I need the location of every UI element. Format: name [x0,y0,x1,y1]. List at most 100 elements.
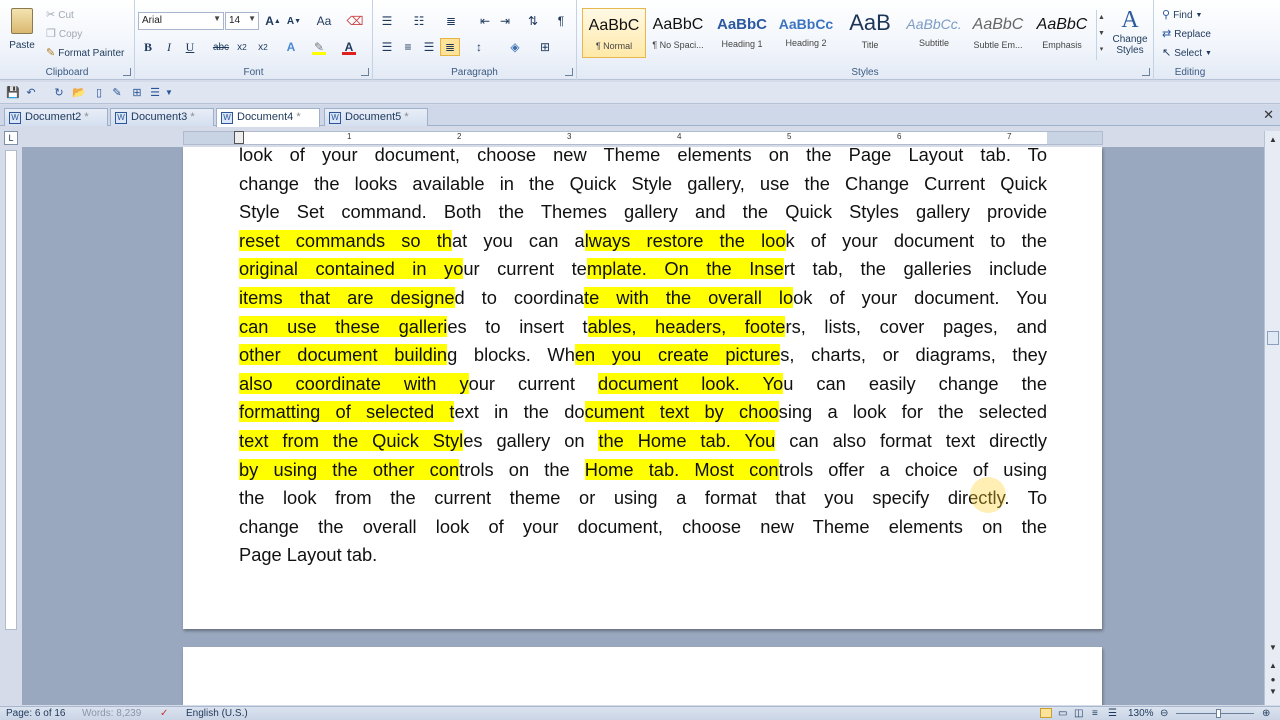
font-family-combo[interactable]: Arial ▼ [138,12,224,30]
select-button[interactable]: ↖ Select ▼ [1162,46,1212,60]
word-count[interactable]: Words: 8,239 [82,708,141,719]
outline-view-icon[interactable]: ≡ [1092,708,1098,719]
page[interactable]: look of your document, choose new Theme … [183,147,1102,629]
shrink-font-button[interactable]: A ▼ [284,12,304,30]
scroll-up-icon[interactable]: ▲ [1265,135,1280,144]
vertical-ruler[interactable] [5,150,17,630]
close-icon[interactable]: ✕ [1263,107,1274,123]
print-layout-view-icon[interactable] [1040,708,1052,718]
text-effects-button[interactable]: A [281,38,301,56]
text-line[interactable]: original contained in your current templ… [239,255,1047,284]
borders-button[interactable]: ⊞ [535,38,555,56]
bullets-button[interactable]: ☰ [377,12,397,30]
tab-document2[interactable]: W Document2 * [4,108,108,126]
subscript-button[interactable]: x2 [232,38,252,56]
prev-page-icon[interactable]: ▲ [1265,661,1280,670]
paragraph-launcher[interactable] [565,68,573,76]
scroll-down-icon[interactable]: ▼ [1265,643,1280,652]
undo-icon[interactable]: ↶ [24,86,38,100]
multilevel-list-button[interactable]: ≣ [441,12,461,30]
table-icon[interactable]: ⊞ [130,86,144,100]
justify-button[interactable]: ≣ [440,38,460,56]
text-line[interactable]: other document building blocks. When you… [239,341,1047,370]
style-normal[interactable]: AaBbC ¶ Normal [582,8,646,58]
browse-object-icon[interactable]: ● [1265,675,1280,684]
vertical-scrollbar[interactable]: ▲ ▼ ▲ ● ▼ [1264,131,1280,705]
new-document-icon[interactable]: ▯ [92,86,106,100]
next-page-icon[interactable]: ▼ [1265,687,1280,696]
zoom-slider[interactable] [1176,713,1254,714]
text-line[interactable]: look of your document, choose new Theme … [239,147,1047,170]
clear-formatting-button[interactable]: ⌫ [345,12,365,30]
strikethrough-button[interactable]: abc [211,38,231,56]
page-indicator[interactable]: Page: 6 of 16 [6,708,66,719]
open-icon[interactable]: 📂 [72,86,86,100]
style-heading-1[interactable]: AaBbC Heading 1 [710,8,774,58]
line-spacing-button[interactable]: ↕ [469,38,489,56]
decrease-indent-button[interactable]: ⇤ [475,12,495,30]
tab-selector[interactable]: L [4,131,18,145]
gallery-scroll[interactable]: ▲ ▼ ▾ [1096,10,1106,60]
text-line[interactable]: change the looks available in the Quick … [239,170,1047,199]
grow-font-button[interactable]: A ▲ [263,12,283,30]
zoom-level[interactable]: 130% [1128,708,1154,719]
cut-button[interactable]: ✂ Cut [46,8,74,22]
edit-icon[interactable]: ✎ [110,86,124,100]
document-area[interactable]: look of your document, choose new Theme … [22,147,1264,705]
superscript-button[interactable]: x2 [253,38,273,56]
text-line[interactable]: also coordinate with your current docume… [239,370,1047,399]
replace-button[interactable]: ⇄ Replace [1162,27,1211,41]
bold-button[interactable]: B [138,38,158,56]
language-indicator[interactable]: English (U.S.) [186,708,248,719]
style-no-spacing[interactable]: AaBbC ¶ No Spaci... [646,8,710,58]
document-body[interactable]: look of your document, choose new Theme … [239,147,1047,570]
font-color-button[interactable]: A [339,38,359,56]
text-line[interactable]: change the overall look of your document… [239,513,1047,542]
list-icon[interactable]: ☰ [148,86,162,100]
text-line[interactable]: Page Layout tab. [239,541,1047,570]
zoom-out-icon[interactable]: ⊖ [1160,708,1168,719]
zoom-slider-handle[interactable] [1216,709,1221,718]
text-line[interactable]: text from the Quick Styles gallery on th… [239,427,1047,456]
highlight-color-button[interactable]: ✎ [309,38,329,56]
style-title[interactable]: AaB Title [838,8,902,58]
change-case-button[interactable]: Aa [311,12,337,30]
web-layout-view-icon[interactable]: ◫ [1074,708,1083,719]
style-subtitle[interactable]: AaBbCc. Subtitle [902,8,966,58]
tab-document4[interactable]: W Document4 * [216,108,320,127]
text-line[interactable]: Style Set command. Both the Themes galle… [239,198,1047,227]
text-line[interactable]: the look from the current theme or using… [239,484,1047,513]
tab-document3[interactable]: W Document3 * [110,108,214,126]
proofing-icon[interactable]: ✓ [160,708,168,719]
draft-view-icon[interactable]: ☰ [1108,708,1117,719]
style-subtle-emphasis[interactable]: AaBbC Subtle Em... [966,8,1030,58]
text-line[interactable]: by using the other controls on the Home … [239,456,1047,485]
underline-button[interactable]: U [180,38,200,56]
redo-icon[interactable]: ↻ [52,86,66,100]
text-line[interactable]: items that are designed to coordinate wi… [239,284,1047,313]
full-screen-view-icon[interactable]: ▭ [1058,708,1067,719]
copy-button[interactable]: ❐ Copy [46,27,82,41]
clipboard-launcher[interactable] [123,68,131,76]
indent-marker[interactable] [234,131,244,144]
styles-launcher[interactable] [1142,68,1150,76]
style-emphasis[interactable]: AaBbC Emphasis [1030,8,1094,58]
page[interactable] [183,647,1102,705]
customize-qat-icon[interactable]: ▼ [162,86,176,100]
text-line[interactable]: can use these galleries to insert tables… [239,313,1047,342]
find-button[interactable]: ⚲ Find ▼ [1162,8,1202,22]
text-line[interactable]: reset commands so that you can always re… [239,227,1047,256]
scroll-thumb[interactable] [1267,331,1279,345]
increase-indent-button[interactable]: ⇥ [495,12,515,30]
zoom-in-icon[interactable]: ⊕ [1262,708,1270,719]
font-launcher[interactable] [361,68,369,76]
save-icon[interactable]: 💾 [6,86,20,100]
format-painter-button[interactable]: ✎ Format Painter [46,46,124,60]
font-size-combo[interactable]: 14 ▼ [225,12,259,30]
sort-button[interactable]: ⇅ [523,12,543,30]
style-heading-2[interactable]: AaBbCc Heading 2 [774,8,838,58]
align-right-button[interactable]: ☰ [419,38,439,56]
shading-button[interactable]: ◈ [505,38,525,56]
numbering-button[interactable]: ☷ [409,12,429,30]
align-left-button[interactable]: ☰ [377,38,397,56]
